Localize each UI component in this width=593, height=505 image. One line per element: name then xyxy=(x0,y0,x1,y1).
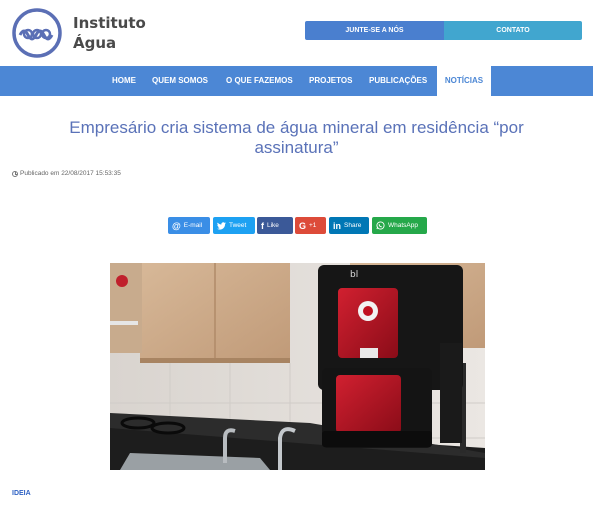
article-title: Empresário cria sistema de água mineral … xyxy=(69,118,524,157)
nav-item-publicacoes[interactable]: PUBLICAÇÕES xyxy=(369,66,427,96)
share-linkedin-label: Share xyxy=(344,222,362,229)
logo-text: Instituto Água xyxy=(73,13,146,53)
share-plus-label: +1 xyxy=(309,222,317,229)
logo-line1: Instituto xyxy=(73,14,146,32)
googleplus-icon: G xyxy=(299,220,307,231)
linkedin-icon: in xyxy=(333,220,341,231)
publish-date-text: Publicado em 22/08/2017 15:53:35 xyxy=(20,170,121,177)
logo-waves-icon xyxy=(12,8,62,58)
category-tag[interactable]: IDEIA xyxy=(12,490,31,497)
nav-item-o-que-fazemos[interactable]: O QUE FAZEMOS xyxy=(226,66,293,96)
share-email-button[interactable]: @ E-mail xyxy=(168,217,210,234)
email-icon: @ xyxy=(172,220,181,231)
share-email-label: E-mail xyxy=(183,222,203,229)
contact-button[interactable]: CONTATO xyxy=(444,21,582,40)
share-whatsapp-label: WhatsApp xyxy=(388,222,418,229)
share-like-button[interactable]: f Like xyxy=(257,217,293,234)
logo-line2: Água xyxy=(73,34,117,52)
nav-item-noticias[interactable]: NOTÍCIAS xyxy=(437,66,491,96)
publish-date: Publicado em 22/08/2017 15:53:35 xyxy=(12,170,121,177)
article-image: bl xyxy=(110,263,485,470)
share-tweet-label: Tweet xyxy=(229,222,247,229)
nav-item-quem-somos[interactable]: QUEM SOMOS xyxy=(152,66,208,96)
facebook-icon: f xyxy=(261,220,264,231)
device-brand: bl xyxy=(350,270,358,280)
main-nav: HOME QUEM SOMOS O QUE FAZEMOS PROJETOS P… xyxy=(0,66,593,96)
whatsapp-icon xyxy=(376,221,385,230)
share-linkedin-button[interactable]: in Share xyxy=(329,217,369,234)
share-googleplus-button[interactable]: G +1 xyxy=(295,217,326,234)
twitter-icon xyxy=(217,221,226,230)
join-button[interactable]: JUNTE-SE A NÓS xyxy=(305,21,444,40)
share-whatsapp-button[interactable]: WhatsApp xyxy=(372,217,427,234)
site-logo[interactable]: Instituto Água xyxy=(11,8,151,58)
clock-icon xyxy=(12,170,18,177)
nav-item-home[interactable]: HOME xyxy=(112,66,136,96)
share-tweet-button[interactable]: Tweet xyxy=(213,217,255,234)
nav-item-projetos[interactable]: PROJETOS xyxy=(309,66,352,96)
share-like-label: Like xyxy=(267,222,279,229)
